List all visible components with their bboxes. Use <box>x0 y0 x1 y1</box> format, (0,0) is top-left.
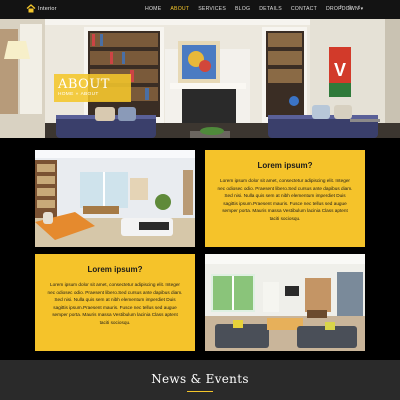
main-menu: HOME ABOUT SERVICES BLOG DETAILS CONTACT… <box>145 6 372 12</box>
logo-text: Interior <box>38 5 57 12</box>
facebook-icon[interactable]: f <box>340 5 342 11</box>
card-2-text: Lorem ipsum dolor sit amet, consectetur … <box>47 282 183 325</box>
card-2-title: Lorem ipsum? <box>87 265 143 274</box>
card-1-title: Lorem ipsum? <box>257 161 313 170</box>
social-links: f ◎ t <box>340 5 366 11</box>
card-1-text: Lorem ipsum dolor sit amet, consectetur … <box>217 178 353 221</box>
home-logo-icon <box>26 4 36 13</box>
breadcrumb-separator: » <box>75 92 79 97</box>
page-header-box: ABOUT HOME» ABOUT <box>54 74 131 102</box>
living-room-photo-1 <box>35 150 195 247</box>
news-section: News & Events <box>0 360 400 400</box>
breadcrumb: HOME» ABOUT <box>58 92 101 97</box>
svg-text:V: V <box>334 60 346 80</box>
menu-item-services[interactable]: SERVICES <box>198 6 226 12</box>
info-card-2: Lorem ipsum? Lorem ipsum dolor sit amet,… <box>35 254 195 351</box>
menu-item-contact[interactable]: CONTACT <box>291 6 317 12</box>
breadcrumb-home-link[interactable]: HOME <box>58 92 74 97</box>
site-logo[interactable]: Interior <box>26 4 57 13</box>
menu-item-details[interactable]: DETAILS <box>259 6 282 12</box>
twitter-icon[interactable]: t <box>358 5 360 11</box>
gray-sofa-living-room-image <box>205 254 365 351</box>
heading-underline <box>187 391 213 392</box>
info-card-1: Lorem ipsum? Lorem ipsum dolor sit amet,… <box>205 150 365 247</box>
hero-banner: V ABOUT HOME» ABOUT <box>0 19 400 138</box>
breadcrumb-current: ABOUT <box>80 92 99 97</box>
menu-item-about[interactable]: ABOUT <box>170 6 189 12</box>
living-room-photo-2 <box>205 254 365 351</box>
news-events-heading: News & Events <box>151 372 249 386</box>
white-living-room-image <box>35 150 195 247</box>
page-title: ABOUT <box>58 77 110 92</box>
menu-item-home[interactable]: HOME <box>145 6 161 12</box>
navbar: Interior HOME ABOUT SERVICES BLOG DETAIL… <box>0 0 400 19</box>
instagram-icon[interactable]: ◎ <box>348 5 353 11</box>
menu-item-blog[interactable]: BLOG <box>235 6 250 12</box>
